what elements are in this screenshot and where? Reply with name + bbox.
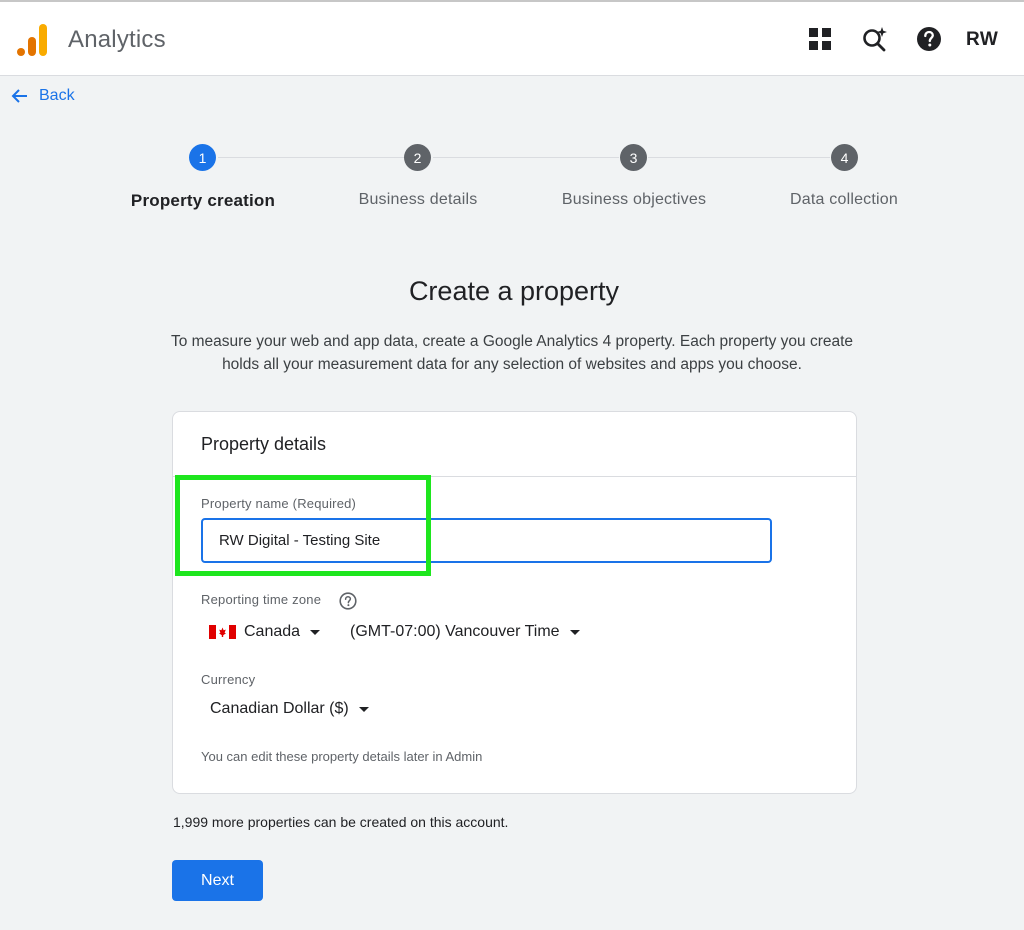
analytics-logo-icon[interactable]	[16, 22, 48, 58]
step-4-label: Data collection	[790, 191, 898, 208]
intro-line-2: holds all your measurement data for any …	[222, 356, 802, 373]
step-3-circle: 3	[620, 144, 647, 171]
apps-grid-icon[interactable]	[807, 26, 833, 52]
property-name-input[interactable]	[201, 518, 772, 563]
avatar[interactable]: RW	[966, 29, 998, 51]
canada-flag-icon	[209, 625, 236, 639]
step-1-circle: 1	[189, 144, 216, 171]
stepper-connector	[218, 157, 404, 158]
currency-label: Currency	[201, 672, 256, 687]
step-3-label: Business objectives	[561, 191, 707, 208]
page-title: Create a property	[408, 276, 620, 306]
country-value: Canada	[244, 623, 301, 640]
card-title: Property details	[201, 434, 327, 454]
back-link[interactable]: Back	[11, 86, 75, 106]
arrow-left-icon	[11, 89, 27, 103]
step-2-circle: 2	[404, 144, 431, 171]
time-zone-dropdown[interactable]: (GMT-07:00) Vancouver Time	[350, 623, 580, 641]
next-button[interactable]: Next	[172, 860, 263, 901]
search-spark-icon[interactable]	[862, 26, 888, 52]
stepper-connector	[433, 157, 619, 158]
remaining-properties-text: 1,999 more properties can be created on …	[173, 814, 509, 830]
chevron-down-icon	[310, 629, 321, 635]
edit-later-note: You can edit these property details late…	[201, 749, 483, 764]
app-title: Analytics	[68, 26, 166, 53]
currency-value: Canadian Dollar ($)	[210, 700, 349, 717]
country-dropdown[interactable]: Canada	[209, 623, 321, 641]
time-zone-label: Reporting time zone	[201, 592, 322, 607]
back-label: Back	[39, 87, 75, 104]
intro-line-1: To measure your web and app data, create…	[170, 333, 854, 350]
chevron-down-icon	[358, 706, 369, 712]
intro-text: To measure your web and app data, create…	[112, 330, 912, 376]
step-2-label: Business details	[358, 191, 478, 208]
step-4-circle: 4	[831, 144, 858, 171]
stepper-connector	[648, 157, 830, 158]
time-zone-help-icon[interactable]	[339, 592, 357, 610]
card-divider	[173, 476, 856, 477]
top-app-bar: Analytics RW	[0, 0, 1024, 76]
time-zone-value: (GMT-07:00) Vancouver Time	[350, 623, 560, 640]
help-icon[interactable]	[916, 26, 942, 52]
property-name-label: Property name (Required)	[201, 496, 357, 511]
property-details-card: Property details Property name (Required…	[172, 411, 857, 794]
currency-dropdown[interactable]: Canadian Dollar ($)	[210, 700, 369, 718]
chevron-down-icon	[569, 629, 580, 635]
step-1-label: Property creation	[130, 191, 276, 210]
